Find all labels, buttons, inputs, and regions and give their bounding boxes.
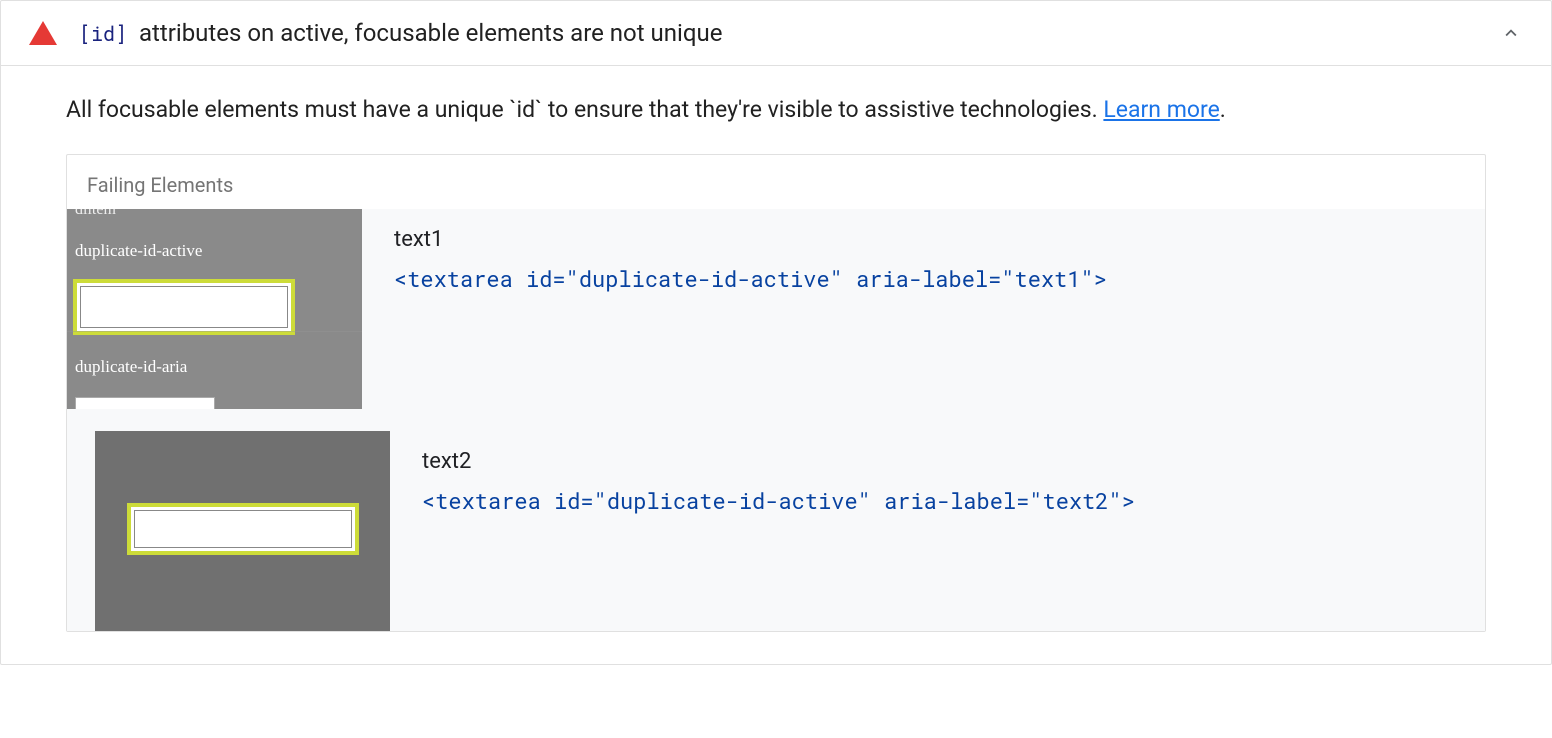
failing-element-row[interactable]: text2 <textarea id="duplicate-id-active"…	[67, 431, 1485, 631]
failing-elements-list: dlitem duplicate-id-active duplicate-id-…	[67, 209, 1485, 631]
audit-container: [id] attributes on active, focusable ele…	[0, 0, 1552, 665]
audit-title-text: attributes on active, focusable elements…	[133, 19, 722, 47]
warning-triangle-icon	[29, 21, 57, 45]
audit-header-row[interactable]: [id] attributes on active, focusable ele…	[1, 1, 1551, 66]
audit-body: All focusable elements must have a uniqu…	[1, 66, 1551, 664]
learn-more-link[interactable]: Learn more	[1103, 96, 1219, 123]
thumb-label: duplicate-id-aria	[75, 357, 187, 377]
thumb-partial-box	[75, 397, 215, 409]
element-thumbnail	[95, 431, 390, 631]
failing-elements-header: Failing Elements	[67, 155, 1485, 209]
audit-title: [id] attributes on active, focusable ele…	[79, 19, 1499, 47]
audit-description-suffix: .	[1220, 96, 1226, 123]
audit-description-text: All focusable elements must have a uniqu…	[66, 96, 1103, 123]
id-code-badge: [id]	[79, 21, 127, 47]
element-accessible-name: text1	[394, 227, 1485, 252]
audit-description: All focusable elements must have a uniqu…	[66, 94, 1486, 126]
element-html-snippet: <textarea id="duplicate-id-active" aria-…	[394, 264, 1485, 293]
thumb-partial-label: dlitem	[75, 209, 116, 219]
element-html-snippet: <textarea id="duplicate-id-active" aria-…	[422, 486, 1485, 515]
chevron-up-icon[interactable]	[1499, 21, 1523, 45]
failing-elements-panel: Failing Elements dlitem duplicate-id-act…	[66, 154, 1486, 632]
highlighted-element-box	[73, 279, 295, 335]
thumb-label: duplicate-id-active	[75, 241, 202, 261]
failing-element-row[interactable]: dlitem duplicate-id-active duplicate-id-…	[67, 209, 1485, 431]
element-thumbnail: dlitem duplicate-id-active duplicate-id-…	[67, 209, 362, 409]
element-accessible-name: text2	[422, 449, 1485, 474]
failing-element-detail: text2 <textarea id="duplicate-id-active"…	[390, 431, 1485, 515]
failing-element-detail: text1 <textarea id="duplicate-id-active"…	[362, 209, 1485, 293]
highlighted-element-box	[127, 503, 359, 555]
